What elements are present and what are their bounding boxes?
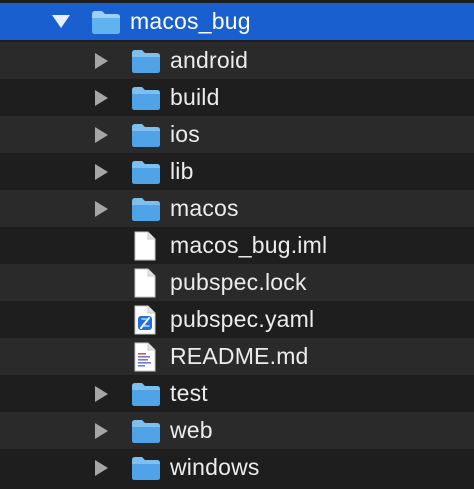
tree-row-label: macos xyxy=(170,195,239,221)
disclosure-triangle-collapsed-icon[interactable] xyxy=(95,52,108,69)
tree-row-pubspec-yaml[interactable]: pubspec.yaml xyxy=(0,301,474,338)
tree-row-label: build xyxy=(170,84,220,110)
tree-row-label: lib xyxy=(170,158,194,184)
tree-row-label: windows xyxy=(170,454,260,480)
text-document-icon xyxy=(134,342,156,371)
tree-row-android[interactable]: android xyxy=(0,42,474,79)
folder-icon xyxy=(132,49,160,73)
disclosure-triangle-collapsed-icon[interactable] xyxy=(95,126,108,143)
folder-icon xyxy=(132,197,160,221)
tree-row-label: ios xyxy=(170,121,201,147)
xcode-document-icon xyxy=(134,305,156,334)
folder-icon xyxy=(132,160,160,184)
folder-icon xyxy=(132,86,160,110)
tree-row-build[interactable]: build xyxy=(0,79,474,116)
folder-icon xyxy=(132,419,160,443)
blank-document-icon xyxy=(134,231,156,260)
folder-icon xyxy=(132,382,160,406)
tree-row-test[interactable]: test xyxy=(0,375,474,412)
disclosure-triangle-collapsed-icon[interactable] xyxy=(95,459,108,476)
disclosure-triangle-expanded-icon[interactable] xyxy=(52,15,70,28)
tree-row-ios[interactable]: ios xyxy=(0,116,474,153)
tree-row-pubspec-lock[interactable]: pubspec.lock xyxy=(0,264,474,301)
tree-row-label: pubspec.yaml xyxy=(170,306,315,332)
tree-row-macos-bug[interactable]: macos_bug xyxy=(0,3,474,40)
tree-row-windows[interactable]: windows xyxy=(0,449,474,486)
tree-row-label: test xyxy=(170,380,208,406)
tree-row-label: web xyxy=(170,417,213,443)
tree-row-lib[interactable]: lib xyxy=(0,153,474,190)
tree-row-label: android xyxy=(170,47,249,73)
disclosure-triangle-collapsed-icon[interactable] xyxy=(95,422,108,439)
folder-icon xyxy=(132,123,160,147)
file-tree: macos_bug android build ios lib macos ma… xyxy=(0,0,474,489)
tree-row-label: README.md xyxy=(170,343,309,369)
disclosure-triangle-collapsed-icon[interactable] xyxy=(95,163,108,180)
folder-icon xyxy=(92,10,120,34)
tree-row-label: macos_bug xyxy=(130,8,251,34)
tree-row-readme-md[interactable]: README.md xyxy=(0,338,474,375)
tree-row-macos[interactable]: macos xyxy=(0,190,474,227)
disclosure-triangle-collapsed-icon[interactable] xyxy=(95,385,108,402)
tree-row-label: pubspec.lock xyxy=(170,269,307,295)
tree-row-label: macos_bug.iml xyxy=(170,232,328,258)
disclosure-triangle-collapsed-icon[interactable] xyxy=(95,89,108,106)
folder-icon xyxy=(132,456,160,480)
blank-document-icon xyxy=(134,268,156,297)
tree-row-macos-bug-iml[interactable]: macos_bug.iml xyxy=(0,227,474,264)
disclosure-triangle-collapsed-icon[interactable] xyxy=(95,200,108,217)
tree-row-web[interactable]: web xyxy=(0,412,474,449)
